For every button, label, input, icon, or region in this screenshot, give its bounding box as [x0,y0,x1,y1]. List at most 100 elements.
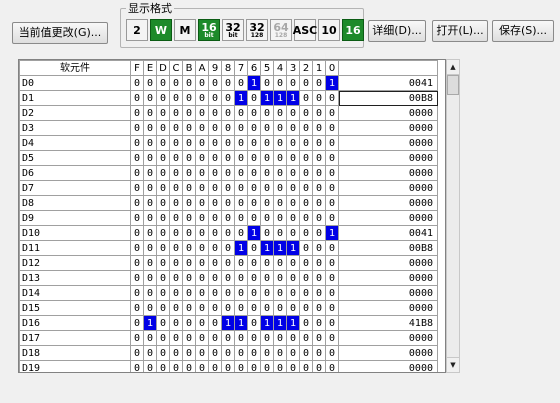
bit-cell[interactable]: 0 [182,345,196,361]
bit-cell[interactable]: 0 [273,135,287,151]
bit-cell[interactable]: 0 [182,330,196,346]
bit-cell[interactable]: 0 [143,225,157,241]
bit-cell[interactable]: 0 [156,105,170,121]
bit-cell[interactable]: 0 [143,300,157,316]
bit-cell[interactable]: 0 [221,330,235,346]
bit-cell[interactable]: 0 [260,120,274,136]
bit-cell[interactable]: 0 [221,135,235,151]
bit-cell[interactable]: 0 [234,120,248,136]
bit-cell[interactable]: 1 [286,315,300,331]
bit-cell[interactable]: 0 [247,285,261,301]
table-row[interactable]: D2 0 0 0 0 0 0 0 0 0 0 0 0 0 0 0 0 0000 [19,105,438,121]
bit-cell[interactable]: 0 [156,345,170,361]
device-name-cell[interactable]: D13 [19,270,131,286]
bit-cell[interactable]: 0 [260,345,274,361]
value-cell[interactable]: 0000 [338,195,438,211]
bit-cell[interactable]: 0 [130,255,144,271]
bit-cell[interactable]: 0 [273,285,287,301]
bit-cell[interactable]: 0 [286,270,300,286]
bit-cell[interactable]: 0 [208,315,222,331]
bit-cell[interactable]: 0 [273,255,287,271]
bit-cell[interactable]: 0 [182,255,196,271]
bit-cell[interactable]: 0 [299,195,313,211]
bit-cell[interactable]: 0 [195,300,209,316]
bit-cell[interactable]: 0 [195,90,209,106]
bit-cell[interactable]: 0 [156,255,170,271]
bit-cell[interactable]: 0 [286,300,300,316]
bit-cell[interactable]: 0 [312,300,326,316]
table-row[interactable]: D3 0 0 0 0 0 0 0 0 0 0 0 0 0 0 0 0 0000 [19,120,438,136]
device-name-cell[interactable]: D16 [19,315,131,331]
table-row[interactable]: D10 0 0 0 0 0 0 0 0 0 1 0 0 0 0 0 1 0041 [19,225,438,241]
table-row[interactable]: D13 0 0 0 0 0 0 0 0 0 0 0 0 0 0 0 0 0000 [19,270,438,286]
bit-cell[interactable]: 1 [286,240,300,256]
bit-cell[interactable]: 0 [325,90,339,106]
bit-cell[interactable]: 0 [286,330,300,346]
bit-cell[interactable]: 0 [130,150,144,166]
device-name-cell[interactable]: D19 [19,360,131,372]
bit-cell[interactable]: 0 [260,105,274,121]
bit-cell[interactable]: 0 [208,75,222,91]
bit-cell[interactable]: 0 [247,360,261,372]
bit-cell[interactable]: 0 [195,255,209,271]
bit-cell[interactable]: 0 [195,105,209,121]
bit-cell[interactable]: 0 [260,180,274,196]
bit-cell[interactable]: 0 [143,360,157,372]
value-cell[interactable]: 0000 [338,150,438,166]
table-row[interactable]: D9 0 0 0 0 0 0 0 0 0 0 0 0 0 0 0 0 0000 [19,210,438,226]
bit-cell[interactable]: 0 [208,225,222,241]
device-monitor-grid[interactable]: 软元件 FEDCBA9876543210 D0 0 0 0 0 0 0 0 0 0 1 0 0 0 0 0 1 0… [18,59,446,373]
bit-cell[interactable]: 0 [208,150,222,166]
bit-cell[interactable]: 0 [156,90,170,106]
table-row[interactable]: D11 0 0 0 0 0 0 0 0 1 0 1 1 1 0 0 0 00B8 [19,240,438,256]
change-current-value-button[interactable]: 当前值更改(G)... [12,22,108,44]
bit-cell[interactable]: 0 [299,345,313,361]
bit-cell[interactable]: 1 [273,315,287,331]
bit-cell[interactable]: 0 [130,90,144,106]
bit-cell[interactable]: 1 [247,225,261,241]
bit-cell[interactable]: 0 [156,330,170,346]
bit-cell[interactable]: 0 [143,345,157,361]
table-row[interactable]: D5 0 0 0 0 0 0 0 0 0 0 0 0 0 0 0 0 0000 [19,150,438,166]
bit-cell[interactable]: 0 [130,210,144,226]
scroll-down-icon[interactable]: ▼ [447,357,459,372]
bit-cell[interactable]: 0 [247,90,261,106]
bit-cell[interactable]: 0 [325,150,339,166]
device-name-cell[interactable]: D12 [19,255,131,271]
bit-cell[interactable]: 1 [325,75,339,91]
bit-cell[interactable]: 0 [169,75,183,91]
bit-cell[interactable]: 0 [325,315,339,331]
format-dec-10-button[interactable]: 10 [318,19,340,41]
bit-cell[interactable]: 0 [286,120,300,136]
bit-cell[interactable]: 0 [182,285,196,301]
bit-cell[interactable]: 0 [143,210,157,226]
bit-cell[interactable]: 0 [130,360,144,372]
bit-cell[interactable]: 0 [208,300,222,316]
bit-cell[interactable]: 0 [299,300,313,316]
bit-cell[interactable]: 0 [208,360,222,372]
bit-cell[interactable]: 0 [169,315,183,331]
bit-cell[interactable]: 0 [247,330,261,346]
bit-cell[interactable]: 1 [260,315,274,331]
bit-cell[interactable]: 0 [143,180,157,196]
bit-cell[interactable]: 0 [195,270,209,286]
bit-cell[interactable]: 0 [182,75,196,91]
bit-cell[interactable]: 0 [195,345,209,361]
bit-cell[interactable]: 0 [143,120,157,136]
bit-cell[interactable]: 0 [312,195,326,211]
bit-cell[interactable]: 0 [325,210,339,226]
bit-cell[interactable]: 0 [143,105,157,121]
bit-cell[interactable]: 0 [299,150,313,166]
bit-cell[interactable]: 0 [156,210,170,226]
bit-cell[interactable]: 0 [221,210,235,226]
bit-cell[interactable]: 0 [247,345,261,361]
device-name-cell[interactable]: D7 [19,180,131,196]
bit-cell[interactable]: 0 [299,360,313,372]
bit-cell[interactable]: 0 [169,195,183,211]
device-name-cell[interactable]: D0 [19,75,131,91]
bit-cell[interactable]: 0 [247,240,261,256]
value-cell[interactable]: 0000 [338,120,438,136]
bit-cell[interactable]: 0 [273,165,287,181]
bit-cell[interactable]: 1 [325,225,339,241]
device-name-cell[interactable]: D2 [19,105,131,121]
